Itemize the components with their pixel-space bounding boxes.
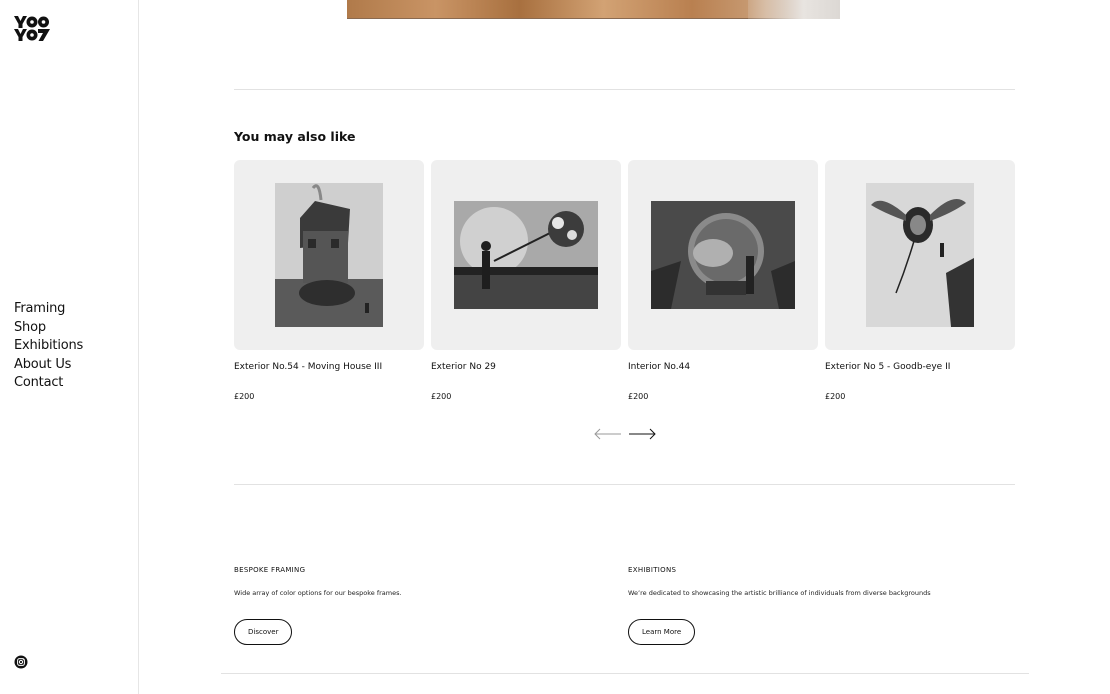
promo-title: EXHIBITIONS bbox=[628, 566, 677, 574]
promo-bespoke-framing: BESPOKE FRAMING Wide array of color opti… bbox=[234, 566, 564, 645]
product-price: £200 bbox=[234, 392, 255, 401]
product-thumbnail[interactable] bbox=[825, 160, 1015, 350]
promo-title: BESPOKE FRAMING bbox=[234, 566, 306, 574]
nav-item-shop[interactable]: Shop bbox=[14, 319, 83, 338]
product-card[interactable]: Interior No.44 £200 bbox=[628, 160, 818, 401]
product-thumbnail[interactable] bbox=[628, 160, 818, 350]
product-price: £200 bbox=[628, 392, 649, 401]
discover-button[interactable]: Discover bbox=[234, 619, 293, 645]
promo-description: We’re dedicated to showcasing the artist… bbox=[628, 589, 931, 597]
sidebar: Framing Shop Exhibitions About Us Contac… bbox=[0, 0, 139, 694]
product-card[interactable]: Exterior No 5 - Goodb-eye II £200 bbox=[825, 160, 1015, 401]
product-name[interactable]: Exterior No 5 - Goodb-eye II bbox=[825, 362, 950, 372]
product-card[interactable]: Exterior No 29 £200 bbox=[431, 160, 621, 401]
divider bbox=[234, 89, 1015, 90]
product-name[interactable]: Exterior No 29 bbox=[431, 362, 496, 372]
artwork-image bbox=[275, 183, 383, 327]
artwork-image bbox=[866, 183, 974, 327]
arrow-left-icon[interactable] bbox=[594, 427, 622, 441]
product-photo bbox=[347, 0, 840, 19]
product-price: £200 bbox=[825, 392, 846, 401]
promo-description: Wide array of color options for our besp… bbox=[234, 589, 402, 597]
divider bbox=[234, 484, 1015, 485]
product-price: £200 bbox=[431, 392, 452, 401]
nav-item-framing[interactable]: Framing bbox=[14, 300, 83, 319]
brand-logo[interactable] bbox=[14, 16, 50, 41]
divider bbox=[221, 673, 1029, 674]
product-name[interactable]: Exterior No.54 - Moving House III bbox=[234, 362, 382, 372]
main-content: You may also like Exterior No.54 - Movin… bbox=[139, 0, 1110, 694]
nav-item-contact[interactable]: Contact bbox=[14, 374, 83, 393]
artwork-image bbox=[454, 201, 598, 309]
nav-item-about-us[interactable]: About Us bbox=[14, 356, 83, 375]
product-card[interactable]: Exterior No.54 - Moving House III £200 bbox=[234, 160, 424, 401]
artwork-image bbox=[651, 201, 795, 309]
related-section-title: You may also like bbox=[234, 129, 356, 144]
main-nav: Framing Shop Exhibitions About Us Contac… bbox=[14, 300, 83, 393]
product-thumbnail[interactable] bbox=[431, 160, 621, 350]
instagram-icon[interactable] bbox=[14, 655, 28, 669]
nav-item-exhibitions[interactable]: Exhibitions bbox=[14, 337, 83, 356]
arrow-right-icon[interactable] bbox=[628, 427, 656, 441]
carousel-controls bbox=[594, 427, 656, 441]
product-thumbnail[interactable] bbox=[234, 160, 424, 350]
promo-exhibitions: EXHIBITIONS We’re dedicated to showcasin… bbox=[628, 566, 958, 645]
product-name[interactable]: Interior No.44 bbox=[628, 362, 690, 372]
learn-more-button[interactable]: Learn More bbox=[628, 619, 696, 645]
